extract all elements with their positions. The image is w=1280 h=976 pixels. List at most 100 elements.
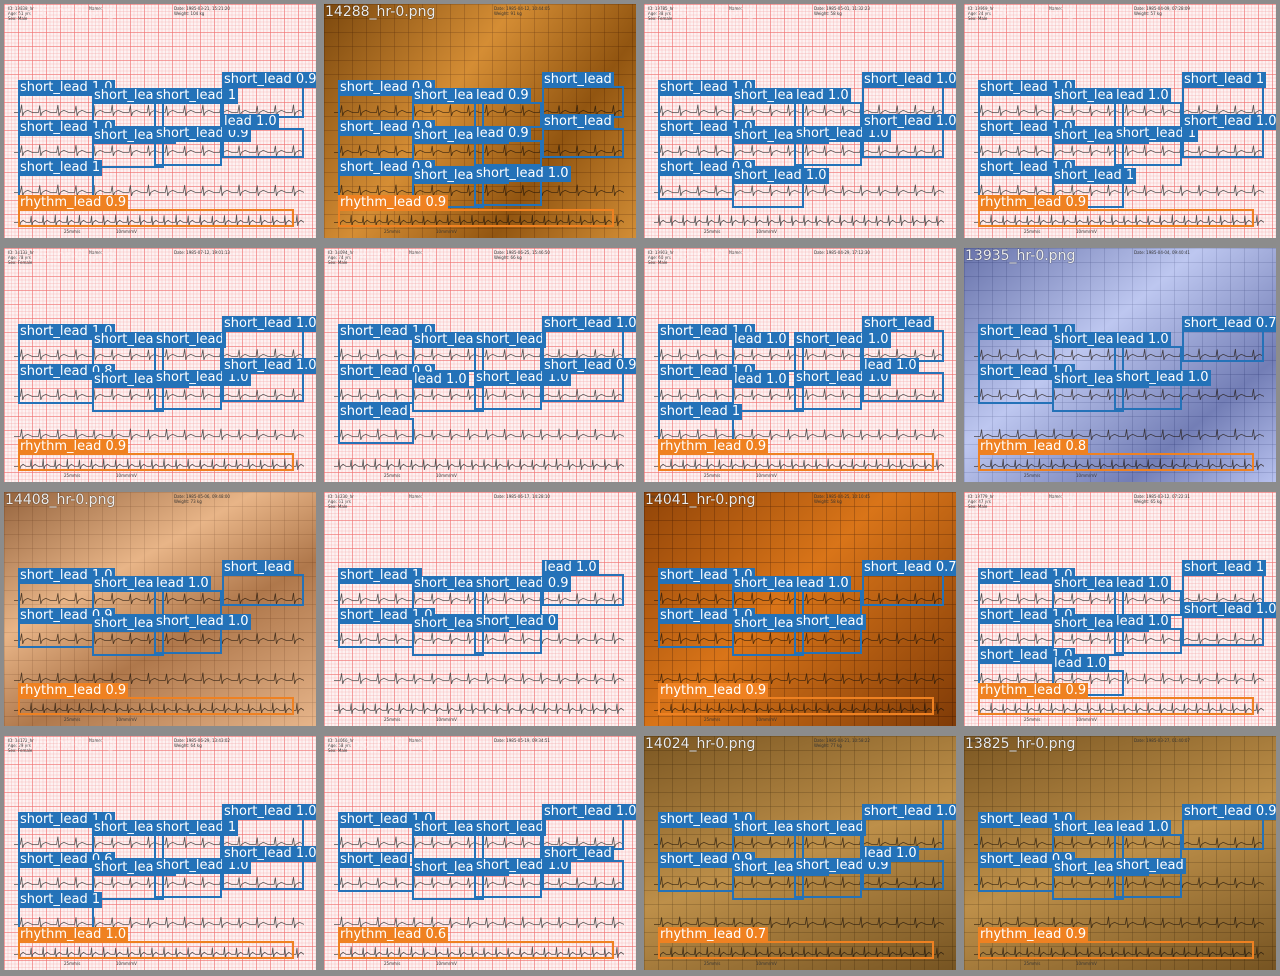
rhythm-lead-label: rhythm_lead 0.9 [18,439,129,455]
short-lead-box: short_lead 1.0 [794,332,891,372]
short-lead-label: short_lead 1 [338,568,423,584]
ecg-tile: ID: 14172_hr Age: 29 yrs Sex: Female Name: D… [4,736,316,970]
rhythm-lead-box: rhythm_lead 0.9 [18,439,294,471]
short-lead-label: short_lead [1114,858,1186,874]
short-lead-box: short_lead 1 [154,820,239,860]
rhythm-lead-label: rhythm_lead 0.9 [338,195,449,211]
short-lead-label: short_lead 0.7 [1182,316,1276,332]
short-lead-box: short_lead 1.0 [978,364,1075,404]
image-filename: 14230_hr-0.png [325,492,436,508]
short-lead-box: short_lead 1.0 [18,324,115,366]
rhythm-lead-label: rhythm_lead 0.8 [978,439,1089,455]
record-info: Date: 1985-04-12, 10:44:05 Weight: 91 kg [494,6,550,16]
paper-speed: 25mm/s [64,473,81,478]
image-filename: 14024_hr-0.png [645,736,756,752]
record-extra: Weight: 57 kg [1134,11,1162,16]
short-lead-box: lead 1.0 [1114,88,1182,128]
short-lead-label: lead 1.0 [1114,332,1171,348]
short-lead-label: lead 1.0 [222,114,279,130]
short-lead-label: short_lead 1.0 [1182,114,1276,130]
gain-setting: 10mm/mV [436,717,457,722]
gain-setting: 10mm/mV [436,961,457,966]
ecg-tile: Date: 1985-04-12, 10:44:05 Weight: 91 kg 2… [324,4,636,238]
ecg-tile: ID: 13969_hr Age: 24 yrs Sex: Male Name: Dat… [964,4,1276,238]
short-lead-label: short_lead 1.0 [542,316,636,332]
short-lead-box: short_lead [338,852,414,892]
record-extra: Weight: 65 kg [1134,499,1162,504]
short-lead-label: short_lead 1.0 [1182,602,1276,618]
paper-speed: 25mm/s [704,229,721,234]
short-lead-label: short_lead 1 [1052,168,1137,184]
short-lead-box: lead 1.0 [794,88,862,128]
short-lead-box: short_lead [222,560,304,606]
gain-setting: 10mm/mV [436,473,457,478]
ecg-tile: Sex: Female Date: 1985-04-25, 10:10:45 Wei… [644,492,956,726]
short-lead-label: lead 1.0 [154,576,211,592]
gain-setting: 10mm/mV [116,961,137,966]
short-lead-box: short_lead 1.0 [1182,602,1276,646]
short-lead-box: short_lead 1.0 [1182,114,1276,158]
short-lead-box: short_lead 1.0 [794,126,891,166]
short-lead-box: lead 1.0 [1114,576,1182,616]
rhythm-lead-box: rhythm_lead 0.9 [658,439,934,471]
short-lead-box: short_lead 0.9 [18,608,115,648]
image-filename: 14408_hr-0.png [5,492,116,508]
record-extra: Weight: 104 kg [174,11,205,16]
short-lead-label: short_lead 1.0 [1114,370,1211,386]
short-lead-box: short_lead 1 [1114,126,1199,166]
image-filename: 13785_hr-0.png [645,4,756,20]
ecg-tile: ID: 14066_hr Age: 58 yrs Sex: Male Name: Dat… [324,736,636,970]
record-extra: Weight: 64 kg [174,743,202,748]
short-lead-box: short_lead 1.0 [658,324,755,366]
short-lead-box: short_lead 1.0 [978,120,1075,160]
short-lead-box: short_lead 1.0 [474,858,571,898]
paper-speed: 25mm/s [64,961,81,966]
short-lead-box: short_lead 0.9 [154,126,251,166]
short-lead-label: short_lead [542,114,614,130]
short-lead-label: short_lead 1.0 [222,846,316,862]
short-lead-box: lead 1.0 [542,560,624,606]
paper-speed: 25mm/s [1024,961,1041,966]
ecg-tile: Date: 1985-04-21, 10:58:22 Weight: 77 kg 2… [644,736,956,970]
short-lead-label: lead 0.9 [474,88,531,104]
rhythm-lead-box: rhythm_lead 0.9 [978,683,1254,715]
short-lead-box: short_lead 1.0 [658,120,755,160]
gain-setting: 10mm/mV [1076,717,1097,722]
short-lead-box: short_lead 0.9 [338,80,435,122]
short-lead-box: short_lead 1 [338,568,423,610]
short-lead-label: short_lead 0.9 [1182,804,1276,820]
gain-setting: 10mm/mV [116,473,137,478]
record-extra: Weight: 58 kg [814,499,842,504]
short-lead-box: short_lead 1.0 [862,114,956,158]
rhythm-lead-label: rhythm_lead 0.9 [658,439,769,455]
record-info: Date: 1985-03-12, 07:22:31 Weight: 65 kg [1134,494,1190,504]
rhythm-lead-label: rhythm_lead 0.9 [978,927,1089,943]
short-lead-label: short_lead [794,614,866,630]
short-lead-box: short_lead 0.9 [794,858,891,898]
short-lead-box: short_lead 0.9 [1182,804,1276,850]
short-lead-box: short_lead 1.0 [18,812,115,854]
short-lead-label: short_lead 0.9 [222,72,316,88]
ecg-tile: ID: 14094_hr Age: 74 yrs Sex: Male Name: Dat… [324,248,636,482]
short-lead-box: short_lead 0.9 [658,852,755,892]
short-lead-label: short_lead [154,332,226,348]
short-lead-label: lead 1.0 [1114,576,1171,592]
rhythm-lead-label: rhythm_lead 1.0 [18,927,129,943]
short-lead-label: short_lead 1 [658,404,743,420]
short-lead-box: short_lead 1 [154,88,239,128]
short-lead-box: short_lead 1.0 [154,614,251,654]
short-lead-box: lead 1.0 [1114,332,1182,372]
short-lead-box: short_lead [542,114,624,158]
rhythm-lead-box: rhythm_lead 0.9 [18,683,294,715]
record-date: Date: 1985-05-19, 09:34:51 [494,738,550,743]
image-filename: 13779_hr-0.png [965,492,1076,508]
short-lead-box: lead 1.0 [1114,614,1182,654]
record-info: Date: 1985-07-12, 19:01:13 [174,250,230,255]
record-info: Date: 1985-05-19, 09:34:51 [494,738,550,743]
paper-speed: 25mm/s [384,473,401,478]
rhythm-lead-label: rhythm_lead 0.6 [338,927,449,943]
short-lead-label: lead 1.0 [1114,88,1171,104]
short-lead-box: short_lead 1.0 [658,364,755,404]
short-lead-label: short_lead 1.0 [732,168,829,184]
ecg-waveform [334,458,624,470]
